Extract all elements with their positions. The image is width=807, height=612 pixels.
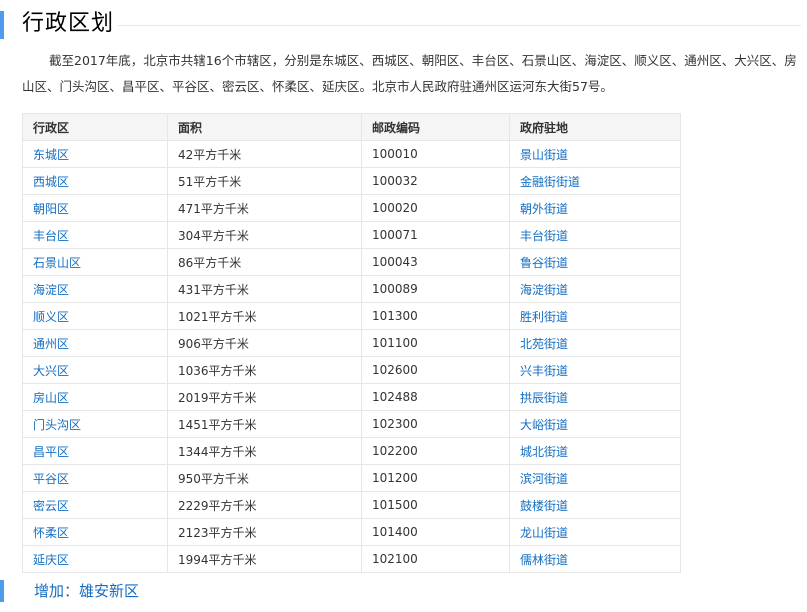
seat-link[interactable]: 金融街街道	[509, 167, 681, 195]
table-row: 怀柔区 2123平方千米 101400 龙山街道	[22, 518, 681, 546]
area-cell: 86平方千米	[167, 248, 362, 276]
district-link[interactable]: 东城区	[22, 140, 168, 168]
district-link[interactable]: 平谷区	[22, 464, 168, 492]
table-row: 丰台区 304平方千米 100071 丰台街道	[22, 221, 681, 249]
addition-text: 增加：雄安新区	[34, 578, 139, 604]
seat-link[interactable]: 城北街道	[509, 437, 681, 465]
seat-link[interactable]: 拱辰街道	[509, 383, 681, 411]
area-cell: 1344平方千米	[167, 437, 362, 465]
district-link[interactable]: 通州区	[22, 329, 168, 357]
seat-link[interactable]: 儒林街道	[509, 545, 681, 573]
intro-paragraph: 截至2017年底，北京市共辖16个市辖区，分别是东城区、西城区、朝阳区、丰台区、…	[22, 53, 797, 94]
district-link[interactable]: 怀柔区	[22, 518, 168, 546]
district-link[interactable]: 朝阳区	[22, 194, 168, 222]
table-row: 昌平区 1344平方千米 102200 城北街道	[22, 437, 681, 465]
district-link[interactable]: 西城区	[22, 167, 168, 195]
area-cell: 51平方千米	[167, 167, 362, 195]
table-row: 密云区 2229平方千米 101500 鼓楼街道	[22, 491, 681, 519]
district-link[interactable]: 房山区	[22, 383, 168, 411]
addition-accent-bar	[0, 580, 4, 602]
table-body: 东城区 42平方千米 100010 景山街道 西城区 51平方千米 100032 金融街街道朝…	[22, 140, 681, 573]
table-row: 门头沟区 1451平方千米 102300 大峪街道	[22, 410, 681, 438]
district-link[interactable]: 密云区	[22, 491, 168, 519]
seat-link[interactable]: 丰台街道	[509, 221, 681, 249]
postcode-cell: 102600	[361, 356, 510, 384]
district-link[interactable]: 海淀区	[22, 275, 168, 303]
section-header: 行政区划	[0, 8, 807, 40]
area-cell: 2123平方千米	[167, 518, 362, 546]
postcode-cell: 101100	[361, 329, 510, 357]
area-cell: 2019平方千米	[167, 383, 362, 411]
header-seat: 政府驻地	[509, 113, 681, 141]
table-row: 东城区 42平方千米 100010 景山街道	[22, 140, 681, 168]
postcode-cell: 101300	[361, 302, 510, 330]
seat-link[interactable]: 海淀街道	[509, 275, 681, 303]
area-cell: 471平方千米	[167, 194, 362, 222]
district-link[interactable]: 顺义区	[22, 302, 168, 330]
district-link[interactable]: 门头沟区	[22, 410, 168, 438]
table-row: 延庆区 1994平方千米 102100 儒林街道	[22, 545, 681, 573]
area-cell: 42平方千米	[167, 140, 362, 168]
addition-link-xiongan[interactable]: 雄安新区	[79, 582, 139, 600]
table-row: 顺义区 1021平方千米 101300 胜利街道	[22, 302, 681, 330]
header-area: 面积	[167, 113, 362, 141]
header-district: 行政区	[22, 113, 168, 141]
seat-link[interactable]: 朝外街道	[509, 194, 681, 222]
postcode-cell: 100010	[361, 140, 510, 168]
postcode-cell: 100032	[361, 167, 510, 195]
addition-row: 增加：雄安新区	[0, 578, 807, 604]
district-link[interactable]: 延庆区	[22, 545, 168, 573]
seat-link[interactable]: 兴丰街道	[509, 356, 681, 384]
seat-link[interactable]: 胜利街道	[509, 302, 681, 330]
seat-link[interactable]: 北苑街道	[509, 329, 681, 357]
table-row: 通州区 906平方千米 101100 北苑街道	[22, 329, 681, 357]
postcode-cell: 100020	[361, 194, 510, 222]
postcode-cell: 102200	[361, 437, 510, 465]
district-link[interactable]: 大兴区	[22, 356, 168, 384]
seat-link[interactable]: 滨河街道	[509, 464, 681, 492]
table-row: 海淀区 431平方千米 100089 海淀街道	[22, 275, 681, 303]
postcode-cell: 101500	[361, 491, 510, 519]
districts-table: 行政区 面积 邮政编码 政府驻地 东城区 42平方千米 100010 景山街道 西城区 5…	[22, 113, 681, 573]
postcode-cell: 100089	[361, 275, 510, 303]
area-cell: 906平方千米	[167, 329, 362, 357]
area-cell: 1994平方千米	[167, 545, 362, 573]
area-cell: 2229平方千米	[167, 491, 362, 519]
table-row: 石景山区 86平方千米 100043 鲁谷街道	[22, 248, 681, 276]
table-row: 房山区 2019平方千米 102488 拱辰街道	[22, 383, 681, 411]
seat-link[interactable]: 景山街道	[509, 140, 681, 168]
postcode-cell: 100043	[361, 248, 510, 276]
area-cell: 304平方千米	[167, 221, 362, 249]
area-cell: 431平方千米	[167, 275, 362, 303]
postcode-cell: 102300	[361, 410, 510, 438]
section-title: 行政区划	[22, 11, 115, 36]
seat-link[interactable]: 鲁谷街道	[509, 248, 681, 276]
area-cell: 1036平方千米	[167, 356, 362, 384]
area-cell: 1021平方千米	[167, 302, 362, 330]
table-row: 朝阳区 471平方千米 100020 朝外街道	[22, 194, 681, 222]
area-cell: 950平方千米	[167, 464, 362, 492]
section-accent-bar	[0, 11, 4, 39]
table-row: 西城区 51平方千米 100032 金融街街道	[22, 167, 681, 195]
table-header-row: 行政区 面积 邮政编码 政府驻地	[22, 113, 681, 141]
header-postcode: 邮政编码	[361, 113, 510, 141]
district-link[interactable]: 石景山区	[22, 248, 168, 276]
area-cell: 1451平方千米	[167, 410, 362, 438]
section-divider	[118, 25, 801, 26]
seat-link[interactable]: 大峪街道	[509, 410, 681, 438]
table-row: 大兴区 1036平方千米 102600 兴丰街道	[22, 356, 681, 384]
postcode-cell: 102488	[361, 383, 510, 411]
district-link[interactable]: 丰台区	[22, 221, 168, 249]
seat-link[interactable]: 龙山街道	[509, 518, 681, 546]
postcode-cell: 102100	[361, 545, 510, 573]
table-row: 平谷区 950平方千米 101200 滨河街道	[22, 464, 681, 492]
seat-link[interactable]: 鼓楼街道	[509, 491, 681, 519]
district-link[interactable]: 昌平区	[22, 437, 168, 465]
addition-label: 增加：	[34, 582, 80, 600]
postcode-cell: 101400	[361, 518, 510, 546]
postcode-cell: 101200	[361, 464, 510, 492]
postcode-cell: 100071	[361, 221, 510, 249]
